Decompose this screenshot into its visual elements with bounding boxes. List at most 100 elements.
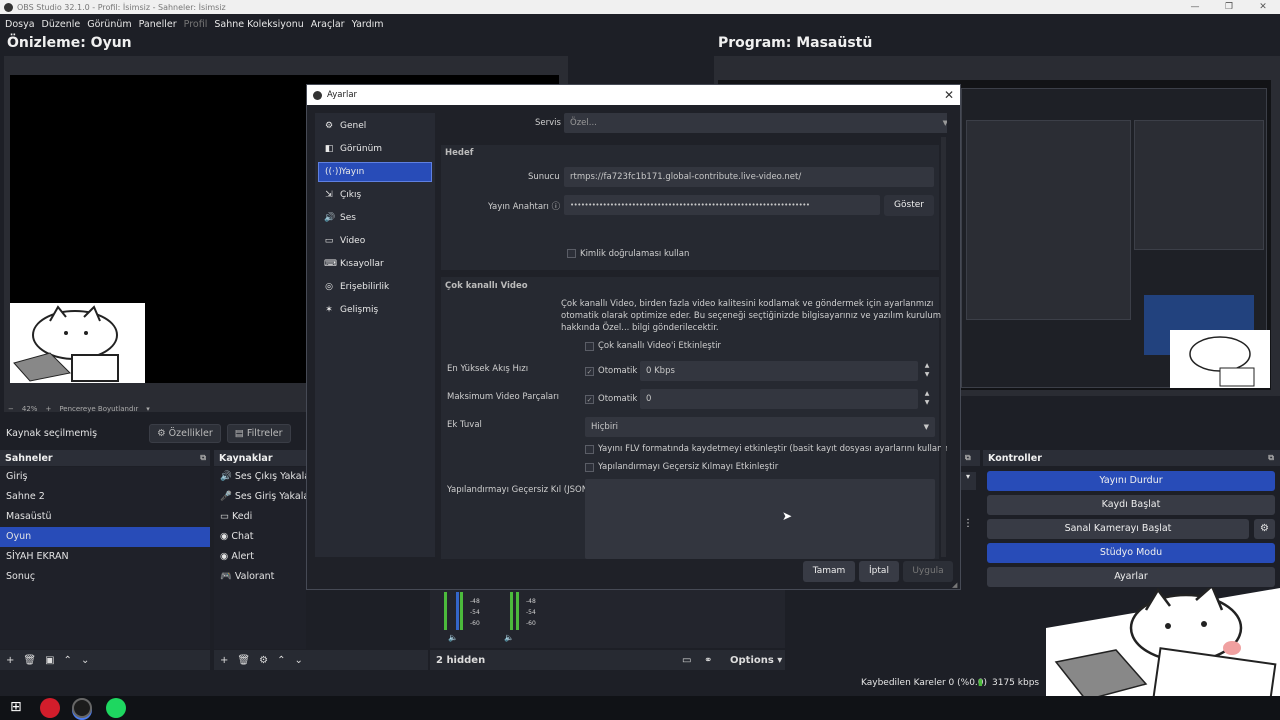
- move-up-button[interactable]: ⌃: [64, 655, 72, 666]
- scene-item[interactable]: Giriş: [0, 467, 210, 487]
- stop-stream-button[interactable]: Yayını Durdur: [987, 471, 1275, 491]
- spotify-icon[interactable]: [106, 698, 126, 718]
- start-virtual-camera-button[interactable]: Sanal Kamerayı Başlat: [987, 519, 1249, 539]
- show-key-button[interactable]: Göster: [884, 195, 934, 216]
- scene-item-selected[interactable]: Oyun: [0, 527, 210, 547]
- settings-sidebar: ⚙ Genel ◧ Görünüm ((·)) Yayın ⇲ Çıkış 🔊 Ses ▭…: [315, 113, 435, 557]
- hidden-count[interactable]: 2 hidden: [436, 655, 485, 666]
- menu-edit[interactable]: Düzenle: [42, 19, 81, 30]
- menu-help[interactable]: Yardım: [352, 19, 384, 30]
- minimize-button[interactable]: —: [1178, 0, 1212, 14]
- sidebar-item-appearance[interactable]: ◧ Görünüm: [318, 139, 432, 159]
- mixer-options-button[interactable]: Options ▾: [730, 655, 782, 666]
- scene-item[interactable]: Sahne 2: [0, 487, 210, 507]
- virtual-camera-gear-icon[interactable]: ⚙: [1254, 519, 1275, 539]
- menu-scene-collection[interactable]: Sahne Koleksiyonu: [214, 19, 303, 30]
- scene-item[interactable]: Sonuç: [0, 567, 210, 587]
- source-down-button[interactable]: ⌄: [294, 655, 302, 666]
- cancel-button[interactable]: İptal: [859, 561, 899, 582]
- multitrack-enable-checkbox[interactable]: [585, 342, 594, 351]
- sidebar-item-general[interactable]: ⚙ Genel: [318, 116, 432, 136]
- resize-grip-icon[interactable]: ◢: [952, 581, 957, 589]
- help-icon[interactable]: ⓘ: [552, 202, 561, 212]
- dock-float-icon[interactable]: ⧉: [1268, 453, 1274, 463]
- filters-button[interactable]: ▤ Filtreler: [226, 423, 291, 443]
- start-recording-button[interactable]: Kaydı Başlat: [987, 495, 1275, 515]
- sidebar-item-audio[interactable]: 🔊 Ses: [318, 208, 432, 228]
- remove-source-button[interactable]: 🗑: [237, 655, 250, 666]
- menu-docks[interactable]: Paneller: [139, 19, 177, 30]
- opera-browser-icon[interactable]: [40, 698, 60, 718]
- menu-view[interactable]: Görünüm: [87, 19, 131, 30]
- mixer-layout-icon[interactable]: ▭: [682, 655, 691, 666]
- server-input[interactable]: rtmps://fa723fc1b171.global-contribute.l…: [564, 167, 934, 187]
- sidebar-item-advanced[interactable]: ✶ Gelişmiş: [318, 300, 432, 320]
- studio-mode-button[interactable]: Stüdyo Modu: [987, 543, 1275, 563]
- menu-profile[interactable]: Profil: [184, 19, 208, 30]
- mute-speaker-icon[interactable]: 🔈: [504, 633, 514, 642]
- sidebar-item-video[interactable]: ▭ Video: [318, 231, 432, 251]
- monitor-icon: ▭: [324, 236, 334, 246]
- fit-to-window[interactable]: Pencereye Boyutlandır: [59, 405, 138, 413]
- flv-checkbox[interactable]: [585, 445, 594, 454]
- zoom-out-button[interactable]: −: [8, 405, 14, 413]
- source-item[interactable]: 🎮 Valorant: [214, 567, 306, 587]
- stream-key-input[interactable]: ••••••••••••••••••••••••••••••••••••••••…: [564, 195, 880, 215]
- scenes-list: Giriş Sahne 2 Masaüstü Oyun SİYAH EKRAN …: [0, 467, 210, 649]
- move-down-button[interactable]: ⌄: [81, 655, 89, 666]
- dock-float-icon[interactable]: ⧉: [965, 453, 971, 463]
- zoom-in-button[interactable]: +: [45, 405, 51, 413]
- source-item[interactable]: 🎤 Ses Giriş Yakalayıcı: [214, 487, 306, 507]
- spinbox-arrows-icon[interactable]: ▲ ▼: [920, 361, 934, 381]
- source-item[interactable]: 🔊 Ses Çıkış Yakalayıcı: [214, 467, 306, 487]
- windows-start-icon[interactable]: ⊞: [10, 699, 22, 715]
- close-window-button[interactable]: ✕: [1246, 0, 1280, 14]
- remove-scene-button[interactable]: 🗑: [23, 655, 36, 666]
- transition-dropdown[interactable]: ▾: [960, 472, 976, 490]
- scene-item[interactable]: Masaüstü: [0, 507, 210, 527]
- settings-button[interactable]: Ayarlar: [987, 567, 1275, 587]
- service-label: Servis: [535, 118, 561, 128]
- service-dropdown[interactable]: Özel... ▼: [564, 113, 947, 133]
- obs-taskbar-icon[interactable]: [72, 698, 92, 718]
- mute-speaker-icon[interactable]: 🔈: [448, 633, 458, 642]
- source-item[interactable]: ◉ Alert: [214, 547, 306, 567]
- override-checkbox[interactable]: [585, 463, 594, 472]
- sidebar-item-output[interactable]: ⇲ Çıkış: [318, 185, 432, 205]
- sidebar-item-accessibility[interactable]: ◎ Erişebilirlik: [318, 277, 432, 297]
- source-item[interactable]: ◉ Chat: [214, 527, 306, 547]
- chevron-down-icon[interactable]: ▾: [146, 405, 150, 413]
- add-source-button[interactable]: +: [220, 655, 228, 666]
- scene-filters-button[interactable]: ▣: [45, 655, 54, 666]
- spinbox-arrows-icon[interactable]: ▲ ▼: [920, 389, 934, 409]
- meter-tick: -60: [470, 620, 480, 627]
- source-item[interactable]: ▭ Kedi: [214, 507, 306, 527]
- auth-checkbox[interactable]: [567, 249, 576, 258]
- sidebar-item-hotkeys[interactable]: ⌨ Kısayollar: [318, 254, 432, 274]
- mixer-link-icon[interactable]: ⚭: [704, 655, 712, 666]
- max-bitrate-input[interactable]: 0 Kbps: [640, 361, 918, 381]
- more-options-icon[interactable]: ⋮: [963, 518, 973, 529]
- close-icon[interactable]: ✕: [944, 88, 954, 102]
- scene-item[interactable]: SİYAH EKRAN: [0, 547, 210, 567]
- program-title: Program: Masaüstü: [718, 35, 873, 51]
- override-json-textarea[interactable]: [585, 479, 935, 559]
- maximize-button[interactable]: ❐: [1212, 0, 1246, 14]
- cat-sticker-image: [10, 303, 145, 383]
- apply-button[interactable]: Uygula: [903, 561, 953, 582]
- dock-float-icon[interactable]: ⧉: [200, 453, 206, 463]
- properties-button[interactable]: ⚙ Özellikler: [149, 423, 221, 443]
- sidebar-item-stream[interactable]: ((·)) Yayın: [318, 162, 432, 182]
- source-properties-gear-icon[interactable]: ⚙: [259, 655, 268, 666]
- extra-canvas-dropdown[interactable]: Hiçbiri ▼: [585, 417, 935, 437]
- menu-tools[interactable]: Araçlar: [311, 19, 345, 30]
- settings-scrollbar[interactable]: [941, 137, 946, 557]
- source-up-button[interactable]: ⌃: [277, 655, 285, 666]
- flv-label: Yayını FLV formatında kaydetmeyi etkinle…: [598, 444, 947, 454]
- add-scene-button[interactable]: +: [6, 655, 14, 666]
- max-bitrate-auto-checkbox[interactable]: ✓: [585, 367, 594, 376]
- menu-file[interactable]: Dosya: [5, 19, 35, 30]
- max-parts-auto-checkbox[interactable]: ✓: [585, 395, 594, 404]
- ok-button[interactable]: Tamam: [803, 561, 855, 582]
- max-parts-input[interactable]: 0: [640, 389, 918, 409]
